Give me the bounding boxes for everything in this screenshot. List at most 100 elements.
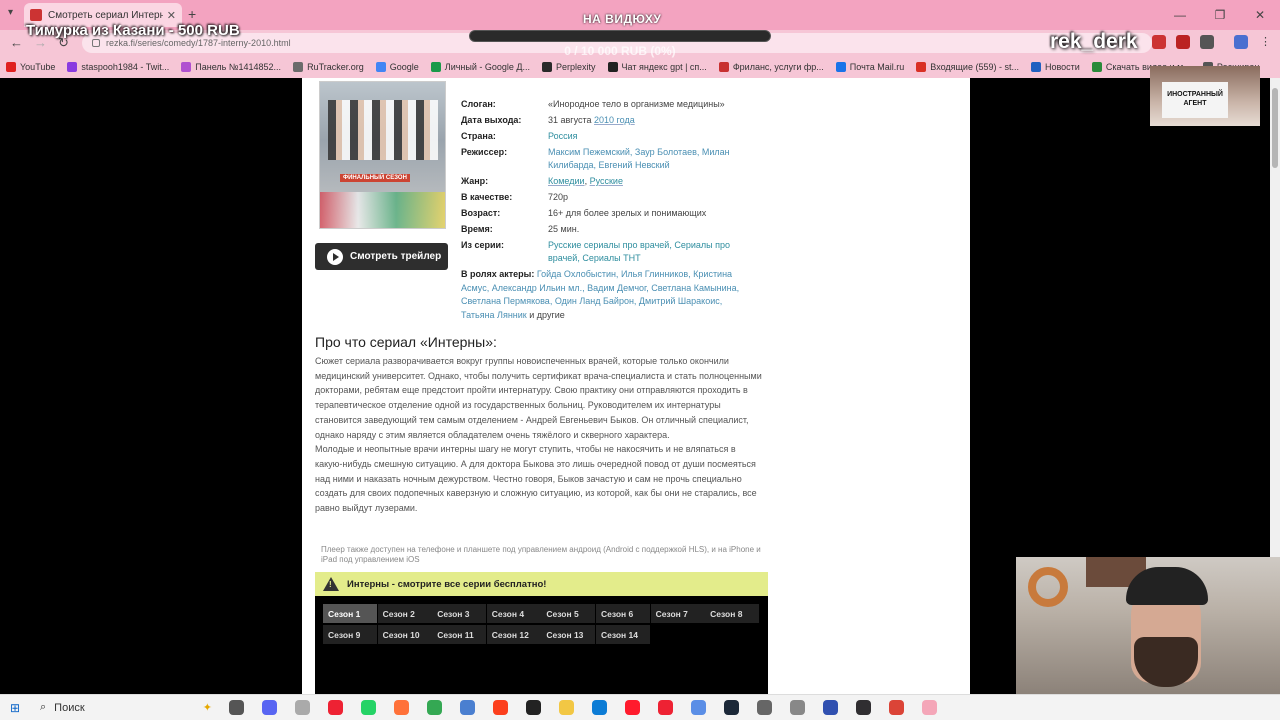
bookmark-item[interactable]: Панель №1414852... — [181, 62, 281, 72]
info-row-director: Режиссер: Максим Пежемский, Заур Болотае… — [461, 146, 751, 172]
chrome-icon[interactable] — [418, 697, 451, 719]
streamer-nick: rek_derk — [1050, 30, 1138, 53]
season-tab-7[interactable]: Сезон 7 — [650, 604, 705, 623]
bookmark-label: Личный - Google Д... — [444, 62, 530, 72]
info-value: 31 августа 2010 года — [548, 114, 751, 127]
webcam-overlay — [1016, 557, 1280, 694]
app-icon[interactable] — [451, 697, 484, 719]
chrome2-icon-glyph — [889, 700, 904, 715]
b-icon[interactable] — [814, 697, 847, 719]
info-row-time: Время: 25 мин. — [461, 223, 751, 236]
info-row-genre: Жанр: Комедии, Русские — [461, 175, 751, 188]
folder-icon[interactable] — [550, 697, 583, 719]
close-tab-icon[interactable]: ✕ — [167, 9, 176, 22]
bookmark-item[interactable]: staspooh1984 - Twit... — [67, 62, 169, 72]
video-player[interactable]: Сезон 1 Сезон 2 Сезон 3 Сезон 4 Сезон 5 Сезон… — [315, 596, 768, 694]
active-app-icon-glyph — [922, 700, 937, 715]
series-links[interactable]: Русские сериалы про врачей, Сериалы про … — [548, 239, 751, 265]
yandex-icon[interactable] — [484, 697, 517, 719]
yandex-icon-glyph — [493, 700, 508, 715]
chromium-icon[interactable] — [682, 697, 715, 719]
explorer-icon[interactable] — [286, 697, 319, 719]
season-tab-3[interactable]: Сезон 3 — [432, 604, 487, 623]
bookmark-item[interactable]: Личный - Google Д... — [430, 62, 530, 72]
watch-trailer-button[interactable]: Смотреть трейлер — [315, 243, 448, 270]
app-dark-icon[interactable] — [517, 697, 550, 719]
bookmark-label: staspooh1984 - Twit... — [81, 62, 170, 72]
release-year-link[interactable]: 2010 года — [594, 115, 635, 125]
yandex-browser-icon[interactable] — [319, 697, 352, 719]
menu-icon[interactable]: ⋮ — [1260, 35, 1274, 49]
streamer-cap — [1126, 567, 1208, 605]
globe-icon[interactable] — [748, 697, 781, 719]
country-link[interactable]: Россия — [548, 130, 751, 143]
bookmark-item[interactable]: Входящие (559) - st... — [916, 62, 1019, 72]
season-tab-14[interactable]: Сезон 14 — [595, 625, 650, 644]
bookmark-item[interactable]: YouTube — [6, 62, 55, 72]
bookmark-item[interactable]: Фриланс, услуги фр... — [718, 62, 824, 72]
tab-menu-icon[interactable]: ▾ — [8, 7, 13, 18]
season-tab-2[interactable]: Сезон 2 — [377, 604, 432, 623]
genre-link[interactable]: Комедии — [548, 176, 585, 186]
season-tab-11[interactable]: Сезон 11 — [432, 625, 487, 644]
grid-icon[interactable] — [781, 697, 814, 719]
season-tab-13[interactable]: Сезон 13 — [541, 625, 596, 644]
season-tab-1[interactable]: Сезон 1 — [323, 604, 377, 623]
profile-icon[interactable] — [1234, 35, 1248, 49]
info-value: 25 мин. — [548, 224, 580, 234]
season-tab-5[interactable]: Сезон 5 — [541, 604, 596, 623]
edge-icon[interactable] — [583, 697, 616, 719]
opera-icon[interactable] — [616, 697, 649, 719]
warning-icon — [323, 577, 339, 591]
close-window-icon[interactable]: ✕ — [1240, 0, 1280, 30]
active-app-icon[interactable] — [913, 697, 946, 719]
obs-icon[interactable] — [847, 697, 880, 719]
bookmark-label: YouTube — [20, 62, 56, 72]
season-tab-9[interactable]: Сезон 9 — [323, 625, 377, 644]
bookmark-item[interactable]: Чат яндекс gpt | сп... — [607, 62, 707, 72]
discord-icon[interactable] — [253, 697, 286, 719]
whatsapp-icon[interactable] — [352, 697, 385, 719]
yandex-music-icon[interactable] — [649, 697, 682, 719]
back-icon[interactable]: ← — [10, 35, 23, 50]
season-tab-10[interactable]: Сезон 10 — [377, 625, 432, 644]
taskbar-search[interactable]: ⌕ Поиск ✦ — [30, 697, 220, 719]
copilot-icon: ✦ — [202, 702, 212, 714]
genre-link[interactable]: Русские — [590, 176, 623, 186]
chromium-icon-glyph — [691, 700, 706, 715]
minimize-icon[interactable]: — — [1160, 0, 1200, 30]
new-tab-icon[interactable]: + — [188, 6, 196, 22]
app-dark-icon-glyph — [526, 700, 541, 715]
bookmark-favicon-icon — [430, 62, 441, 72]
explorer-icon-glyph — [295, 700, 310, 715]
steam-icon-glyph — [724, 700, 739, 715]
season-tab-6[interactable]: Сезон 6 — [595, 604, 650, 623]
season-tab-4[interactable]: Сезон 4 — [486, 604, 541, 623]
extension-icon[interactable] — [1176, 35, 1190, 49]
steam-icon[interactable] — [715, 697, 748, 719]
task-view-icon[interactable] — [220, 697, 253, 719]
discord-icon-glyph — [262, 700, 277, 715]
bookmark-item[interactable]: Perplexity — [542, 62, 596, 72]
windows-start-icon[interactable]: ⊞ — [0, 701, 30, 715]
opera-icon-glyph — [625, 700, 640, 715]
bookmark-item[interactable]: Почта Mail.ru — [835, 62, 904, 72]
info-value: «Инородное тело в организме медицины» — [548, 99, 725, 109]
director-links[interactable]: Максим Пежемский, Заур Болотаев, Милан К… — [548, 146, 751, 172]
scrollbar-thumb[interactable] — [1272, 88, 1278, 168]
firefox-icon[interactable] — [385, 697, 418, 719]
extension-icon[interactable] — [1152, 35, 1166, 49]
poster-banner: ФИНАЛЬНЫЙ СЕЗОН — [340, 174, 410, 182]
maximize-icon[interactable]: ❐ — [1200, 0, 1240, 30]
bookmark-item[interactable]: Новости — [1030, 62, 1080, 72]
info-value: 16+ для более зрелых и понимающих — [548, 207, 751, 220]
season-tab-8[interactable]: Сезон 8 — [705, 604, 760, 623]
info-row-slogan: Слоган: «Инородное тело в организме меди… — [461, 98, 751, 111]
extensions-puzzle-icon[interactable] — [1200, 35, 1214, 49]
bookmark-item[interactable]: RuTracker.org — [293, 62, 364, 72]
chrome2-icon[interactable] — [880, 697, 913, 719]
info-key: В качестве: — [461, 192, 513, 202]
season-tab-12[interactable]: Сезон 12 — [486, 625, 541, 644]
obs-icon-glyph — [856, 700, 871, 715]
bookmark-item[interactable]: Google — [375, 62, 419, 72]
